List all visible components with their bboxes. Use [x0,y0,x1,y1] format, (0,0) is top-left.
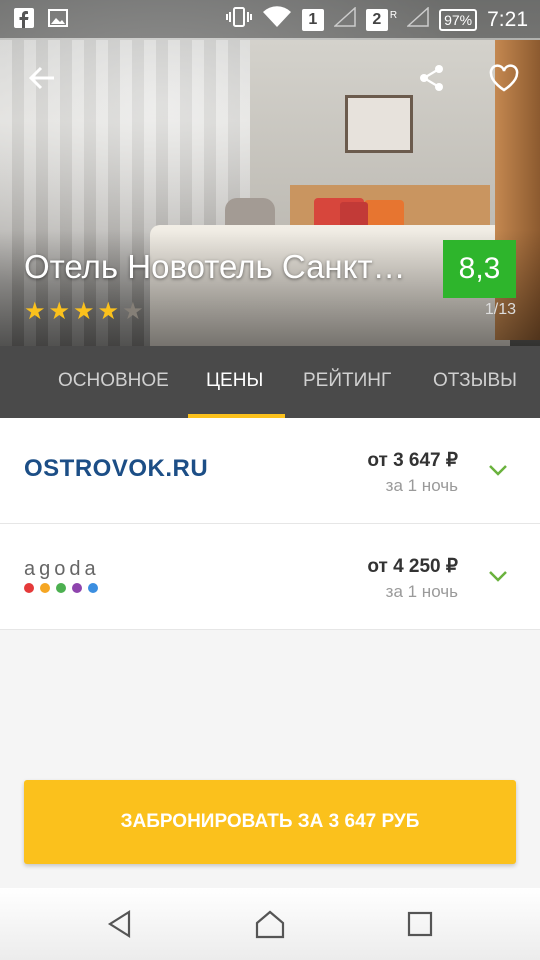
offers-list: OSTROVOK.RU от 3 647 ₽ за 1 ночь agoda о… [0,418,540,630]
chevron-down-icon[interactable] [486,458,510,482]
rating-badge: 8,3 [443,240,516,298]
offer-per-night: за 1 ночь [385,582,458,601]
roaming-indicator: R [389,9,398,21]
tab-reviews[interactable]: ОТЗЫВЫ [433,346,517,418]
agoda-logo-text: agoda [24,558,100,580]
sim1-indicator: 1 [301,9,324,31]
image-icon [48,9,68,32]
tab-main[interactable]: ОСНОВНОЕ [58,346,169,418]
offer-row-agoda[interactable]: agoda от 4 250 ₽ за 1 ночь [0,524,540,630]
nav-recents-icon [407,911,433,942]
agoda-logo-dots [24,583,100,593]
favorite-button[interactable] [480,56,528,104]
vibrate-icon [225,6,252,34]
offer-price: от 3 647 ₽ [367,450,458,471]
share-button[interactable] [408,56,456,104]
star-rating: ★ ★ ★ ★ ★ [24,300,144,324]
share-icon [417,63,447,98]
nav-back-icon [105,909,135,944]
star-filled-icon: ★ [97,298,120,325]
offer-row-ostrovok[interactable]: OSTROVOK.RU от 3 647 ₽ за 1 ночь [0,418,540,524]
status-bar: 1 2 R 97% 7:21 [0,0,540,38]
book-button[interactable]: ЗАБРОНИРОВАТЬ ЗА 3 647 РУБ [24,780,516,864]
tab-rating[interactable]: РЕЙТИНГ [303,346,391,418]
tab-prices[interactable]: ЦЕНЫ [206,346,263,418]
facebook-icon [14,8,34,33]
system-nav-bar [0,888,540,960]
photo-painting [345,95,413,153]
signal-icon [406,6,429,33]
nav-recents-button[interactable] [400,906,440,946]
offer-price: от 4 250 ₽ [367,556,458,577]
battery-indicator: 97% [439,9,478,31]
offer-per-night: за 1 ночь [385,476,458,495]
star-empty-icon: ★ [122,298,144,325]
back-button[interactable] [18,56,66,104]
agoda-logo: agoda [24,558,100,593]
nav-back-button[interactable] [100,906,140,946]
nav-home-icon [254,909,286,944]
star-filled-icon: ★ [24,298,46,325]
ostrovok-logo: OSTROVOK.RU [24,455,209,482]
back-arrow-icon [27,63,57,98]
wifi-icon [262,6,292,34]
nav-home-button[interactable] [250,906,290,946]
star-filled-icon: ★ [73,298,95,325]
star-filled-icon: ★ [48,298,71,325]
hotel-title: Отель Новотель Санкт… [24,248,406,285]
tab-bar: ОСНОВНОЕ ЦЕНЫ РЕЙТИНГ ОТЗЫВЫ [0,346,540,418]
photo-counter: 1/13 [484,301,516,318]
clock: 7:21 [487,8,528,31]
sim2-indicator: 2 [365,9,388,31]
signal-icon [332,6,356,33]
heart-icon [488,63,520,98]
chevron-down-icon[interactable] [486,564,510,588]
